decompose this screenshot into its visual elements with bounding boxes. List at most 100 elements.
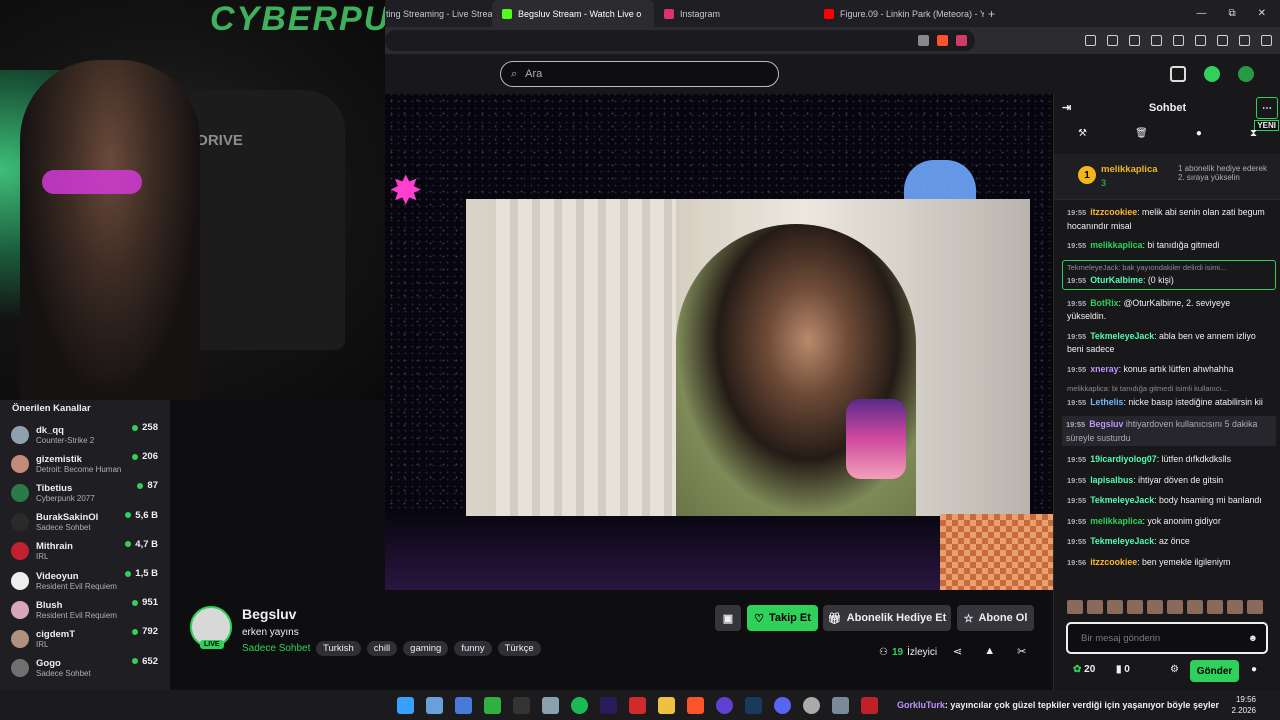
chat-message[interactable]: 19:55 itzzcookiee: melik abi senin olan z… [1067,206,1271,232]
new-tab-button[interactable]: + [988,7,995,21]
minimize-button[interactable]: — [1196,8,1206,19]
subscribe-button[interactable]: ☆ Abone Ol [957,605,1034,631]
chat-message[interactable]: 19:55 lapisalbus: ihtiyar döven de gitsin [1067,474,1271,488]
github-icon[interactable] [803,697,820,714]
emoji-icon[interactable]: ☻ [1248,633,1258,644]
follow-button[interactable]: ♡ Takip Et [747,605,818,631]
message-username[interactable]: itzzcookiee [1090,557,1137,567]
settings-icon[interactable] [426,697,443,714]
browser-tab-active[interactable]: Begsluv Stream - Watch Live o ✕ [492,0,654,27]
streamer-name[interactable]: Begsluv [242,606,296,622]
chat-message[interactable]: 19:55 xneray: konus artık lütfen ahwhahha [1067,363,1271,377]
monitor-icon[interactable] [455,697,472,714]
emote-icon[interactable] [1127,600,1143,614]
sidebar-channel-item[interactable]: cigdemT IRL 792 [0,624,170,653]
message-username[interactable]: TekmeleyeJack [1090,495,1154,505]
media-icon[interactable] [1151,35,1162,46]
chat-message[interactable]: 19:55 Begsluv ihtiyardoven kullanıcısını … [1062,416,1276,446]
message-username[interactable]: Lethelis [1090,397,1123,407]
leader-username[interactable]: melikkaplica [1101,164,1158,175]
emote-icon[interactable] [1207,600,1223,614]
trash-icon[interactable]: 🗑︎ [1135,128,1148,148]
sidebar-channel-item[interactable]: Mithrain IRL 4,7 B [0,537,170,566]
spotify-icon[interactable] [571,697,588,714]
video-player[interactable]: ✸ [385,94,1053,590]
discord-icon[interactable] [774,697,791,714]
hourglass-icon[interactable]: ⧗ [1250,128,1257,148]
red-app-icon[interactable] [629,697,646,714]
sidebar-channel-item[interactable]: Tibetius Cyberpunk 2077 87 [0,478,170,507]
premiere-icon[interactable] [600,697,617,714]
sidebar-channel-item[interactable]: Gogo Sadece Sohbet 652 [0,654,170,683]
collapse-chat-icon[interactable]: ⇥ [1062,101,1071,114]
message-username[interactable]: lapisalbus [1090,475,1133,485]
sidebar-icon[interactable] [1173,35,1184,46]
clip-icon[interactable]: ✂ [1017,645,1026,658]
user-avatar-icon[interactable] [1238,66,1254,82]
wallet-icon[interactable] [1195,35,1206,46]
chat-message-input[interactable]: Bir mesaj gönderin ☻ [1066,622,1268,654]
xbox-icon[interactable] [484,697,501,714]
search-app-icon[interactable] [716,697,733,714]
kick-logo-icon[interactable] [1204,66,1220,82]
emote-icon[interactable] [1067,600,1083,614]
brave-icon[interactable] [687,697,704,714]
gift-leaderboard[interactable]: 1 melikkaplica 3 1 abonelik hediye edere… [1054,154,1280,200]
sidebar-channel-item[interactable]: Videoyun Resident Evil Requiem 1,5 B [0,566,170,595]
share-icon[interactable] [918,35,929,46]
vpn-icon[interactable] [1239,35,1250,46]
extensions-icon[interactable] [1085,35,1096,46]
hammer-icon[interactable]: ⚒ [1078,128,1087,148]
brave-shield-icon[interactable] [937,35,948,46]
red-arrow-icon[interactable] [861,697,878,714]
emote-icon[interactable] [1227,600,1243,614]
emote-icon[interactable] [1247,600,1263,614]
windows-start-icon[interactable] [397,697,414,714]
system-clock[interactable]: 19:56 2.2026 [1232,694,1256,716]
screenshot-icon[interactable] [1107,35,1118,46]
chat-message[interactable]: 19:55 TekmeleyeJack: body hsaming mi banl… [1067,494,1271,508]
emote-icon[interactable] [1107,600,1123,614]
notepad-icon[interactable] [542,697,559,714]
tag-chip[interactable]: gaming [403,641,449,656]
emote-icon[interactable] [1187,600,1203,614]
theatre-mode-button[interactable]: ▣ [715,605,741,631]
browser-tab[interactable]: Figure.09 - Linkin Park (Meteora) - Yo [814,0,984,27]
chat-message[interactable]: 19:55 melikkaplica: yok anonim gidiyor [1067,515,1271,529]
gift-sub-button[interactable]: 🎁︎ Abonelik Hediye Et [823,605,951,631]
message-username[interactable]: 19icardiyolog07 [1090,454,1157,464]
chat-message[interactable]: 19:55 BotRix: @OturKalbime, 2. seviyeye y… [1067,297,1271,323]
tag-chip[interactable]: Türkçe [497,641,541,656]
leo-icon[interactable] [1217,35,1228,46]
channel-points[interactable]: ✿ 20 [1073,664,1095,675]
emote-icon[interactable] [1087,600,1103,614]
more-options-icon[interactable]: ⋯ [1256,97,1278,119]
stream-category[interactable]: Sadece Sohbet [242,643,310,654]
gear-icon[interactable]: ⚙ [1170,664,1179,675]
url-field[interactable] [385,30,975,51]
message-username[interactable]: Begsluv [1089,419,1123,429]
message-username[interactable]: OturKalbime [1090,275,1143,285]
report-icon[interactable]: ▲ [984,645,995,658]
message-username[interactable]: itzzcookiee [1090,207,1137,217]
tag-chip[interactable]: Turkish [316,641,361,656]
wallet-icon[interactable] [1170,66,1186,82]
sidebar-channel-item[interactable]: BurakSakinOl Sadece Sohbet 5,6 B [0,508,170,537]
steam-icon[interactable] [745,697,762,714]
message-username[interactable]: melikkaplica [1090,516,1142,526]
send-button[interactable]: Gönder [1190,660,1239,682]
message-username[interactable]: BotRix [1090,298,1118,308]
sidebar-channel-item[interactable]: dk_qq Counter-Strike 2 258 [0,420,170,449]
message-username[interactable]: melikkaplica [1090,240,1142,250]
search-input[interactable]: ⌕ Ara [500,61,779,87]
sidebar-channel-item[interactable]: gizemistik Detroit: Become Human 206 [0,449,170,478]
share-icon[interactable]: ⋖ [953,645,962,658]
chat-message[interactable]: TekmeleyeJack: bak yayıondakiler delirdi… [1062,259,1276,290]
chat-bubble-icon[interactable]: ● [1251,664,1257,675]
bits-count[interactable]: ▮ 0 [1116,664,1130,675]
chat-message[interactable]: 19:55 TekmeleyeJack: az önce [1067,535,1271,549]
chat-message[interactable]: melikkaplica: bi tanıdığa gitmedi isimli… [1067,383,1271,409]
restore-button[interactable]: ⧉ [1228,8,1235,19]
chat-message[interactable]: 19:55 TekmeleyeJack: abla ben ve annem iz… [1067,330,1271,356]
gear-app-icon[interactable] [832,697,849,714]
